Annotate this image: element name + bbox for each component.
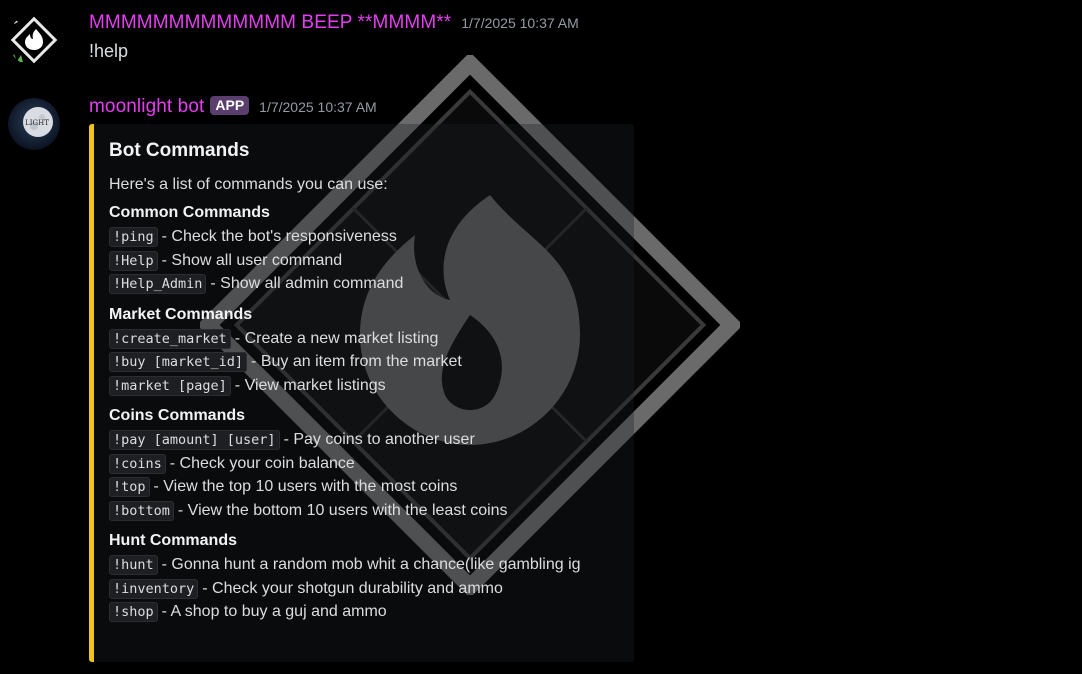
command-desc: - Check the bot's responsiveness [161, 228, 397, 245]
command-line: !market [page] - View market listings [109, 374, 624, 398]
command-code: !ping [109, 227, 158, 247]
embed-description: Here's a list of commands you can use: [109, 176, 388, 193]
avatar-text: LIGHT [25, 119, 49, 127]
timestamp[interactable]: 1/7/2025 10:37 AM [259, 99, 377, 115]
command-desc: - Show all admin command [210, 275, 404, 292]
command-code: !coins [109, 453, 166, 474]
command-code: !hunt [109, 555, 158, 575]
section-title: Coins Commands [109, 407, 246, 424]
moon-avatar-icon[interactable]: LIGHT [8, 98, 60, 150]
section-title: Hunt Commands [109, 532, 237, 549]
command-line: !top - View the top 10 users with the mos… [109, 475, 624, 499]
command-line: !buy [market_id] - Buy an item from the m… [109, 350, 624, 374]
command-line: !inventory - Check your shotgun durabilit… [109, 577, 624, 601]
command-line: !pay [amount] [user] - Pay coins to anoth… [109, 428, 624, 452]
section-market: Market Commands !create_market - Create a… [109, 306, 624, 398]
command-desc: - Create a new market listing [234, 329, 439, 347]
command-code: !shop [109, 602, 158, 622]
command-desc: - View the bottom 10 users with the leas… [177, 501, 508, 519]
message-bot: LIGHT moonlight bot APP 1/7/2025 10:37 A… [0, 92, 1082, 672]
command-code: !Help [109, 250, 158, 271]
command-line: !Help - Show all user command [109, 249, 624, 273]
message-user: MMMMMMMMMMMMM BEEP **MMMM** 1/7/2025 10:… [0, 8, 1082, 88]
message-header: moonlight bot APP 1/7/2025 10:37 AM [89, 96, 377, 118]
flame-diamond-avatar-icon[interactable] [8, 14, 60, 66]
section-hunt: Hunt Commands !hunt - Gonna hunt a random… [109, 532, 624, 624]
command-line: !create_market - Create a new market list… [109, 327, 624, 351]
command-line: !bottom - View the bottom 10 users with t… [109, 499, 624, 523]
command-desc: - Pay coins to another user [283, 431, 475, 448]
command-code: !pay [amount] [user] [109, 430, 280, 450]
username[interactable]: moonlight bot [89, 96, 204, 118]
command-code: !Help_Admin [109, 274, 207, 294]
command-desc: - Buy an item from the market [251, 353, 462, 370]
command-code: !bottom [109, 500, 174, 521]
chat-view: MMMMMMMMMMMMM BEEP **MMMM** 1/7/2025 10:… [0, 0, 1082, 674]
section-coins: Coins Commands !pay [amount] [user] - Pay… [109, 407, 624, 522]
command-desc: - View market listings [234, 376, 386, 394]
message-header: MMMMMMMMMMMMM BEEP **MMMM** 1/7/2025 10:… [89, 12, 579, 34]
command-desc: - Check your coin balance [169, 454, 355, 472]
command-line: !shop - A shop to buy a guj and ammo [109, 600, 624, 624]
command-code: !inventory [109, 578, 199, 599]
command-line: !ping - Check the bot's responsiveness [109, 225, 624, 249]
command-line: !hunt - Gonna hunt a random mob whit a ch… [109, 553, 624, 577]
command-code: !top [109, 477, 150, 497]
embed-body: Bot Commands Here's a list of commands y… [109, 138, 624, 634]
command-line: !coins - Check your coin balance [109, 452, 624, 476]
command-desc: - Gonna hunt a random mob whit a chance(… [161, 556, 581, 573]
app-badge: APP [210, 96, 250, 115]
command-code: !create_market [109, 328, 231, 349]
message-content: !help [89, 41, 129, 61]
section-common: Common Commands !ping - Check the bot's r… [109, 204, 624, 296]
section-title: Common Commands [109, 204, 270, 221]
section-title: Market Commands [109, 305, 253, 323]
embed-title: Bot Commands [109, 140, 250, 161]
command-desc: - A shop to buy a guj and ammo [161, 603, 387, 620]
timestamp[interactable]: 1/7/2025 10:37 AM [461, 15, 579, 31]
command-line: !Help_Admin - Show all admin command [109, 272, 624, 296]
embed: Bot Commands Here's a list of commands y… [89, 124, 634, 662]
command-desc: - View the top 10 users with the most co… [153, 478, 458, 495]
command-desc: - Show all user command [161, 251, 343, 269]
command-desc: - Check your shotgun durability and ammo [202, 579, 503, 597]
command-code: !market [page] [109, 375, 231, 396]
username[interactable]: MMMMMMMMMMMMM BEEP **MMMM** [89, 12, 451, 34]
command-code: !buy [market_id] [109, 352, 248, 372]
